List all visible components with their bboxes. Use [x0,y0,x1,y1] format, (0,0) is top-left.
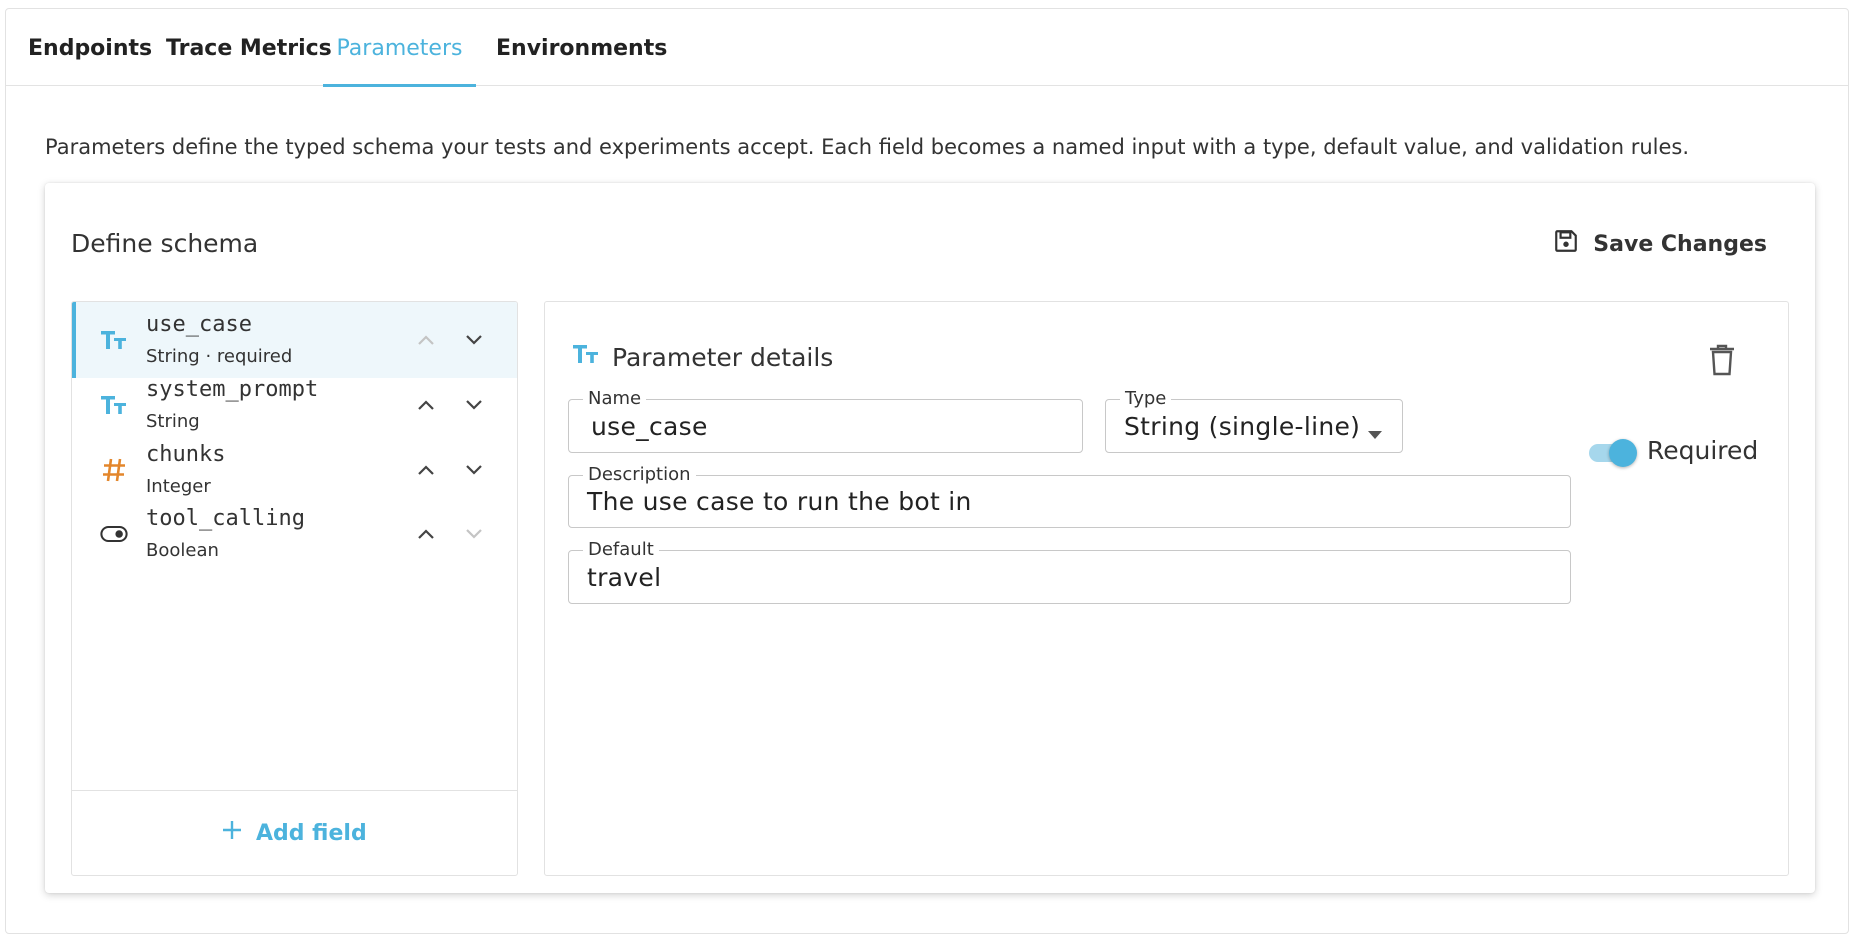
move-down-button[interactable] [458,518,490,550]
field-list: use_case String · required system_prompt… [71,301,518,876]
field-meta: String · required [146,346,293,367]
add-field-button[interactable]: Add field [222,811,367,855]
text-type-icon [100,391,128,419]
field-meta: String [146,411,200,432]
save-icon [1553,228,1579,260]
card-title: Define schema [71,229,259,258]
tab-trace-metrics[interactable]: Trace Metrics [166,9,332,86]
parameters-page: Endpoints Trace Metrics Parameters Envir… [5,8,1849,934]
plus-icon [222,820,242,846]
field-name: use_case [146,312,252,337]
add-field-area: Add field [72,790,517,875]
name-value: use_case [591,411,708,441]
tab-environments[interactable]: Environments [496,9,667,86]
chevron-up-icon [418,465,434,475]
field-meta: Boolean [146,540,219,561]
save-label: Save Changes [1593,231,1767,257]
required-toggle[interactable]: Required [1585,432,1759,472]
delete-field-button[interactable] [1704,340,1740,380]
hash-icon [100,456,128,484]
move-up-button[interactable] [410,324,442,356]
chevron-up-icon [418,529,434,539]
add-field-label: Add field [256,820,367,846]
details-title-text: Parameter details [612,342,834,372]
field-meta: Integer [146,476,211,497]
chevron-up-icon [418,400,434,410]
default-value: travel [587,562,662,592]
move-up-button[interactable] [410,518,442,550]
description-field[interactable]: Description The use case to run the bot … [568,464,1571,528]
default-field[interactable]: Default travel [568,539,1571,604]
tab-parameters[interactable]: Parameters [323,9,476,87]
field-name: tool_calling [146,506,305,531]
toggle-knob [1609,439,1637,467]
tab-bar: Endpoints Trace Metrics Parameters Envir… [6,9,1848,87]
dropdown-arrow-icon [1368,424,1382,443]
field-name: system_prompt [146,377,319,402]
move-up-button[interactable] [410,454,442,486]
parameter-details-panel: Parameter details Name use_case Type Str… [544,301,1789,876]
trash-icon [1710,344,1734,376]
field-item-tool-calling[interactable]: tool_calling Boolean [72,496,517,572]
description-value: The use case to run the bot in [587,487,972,516]
field-name: chunks [146,442,226,467]
chevron-down-icon [466,335,482,345]
details-title: Parameter details [572,342,833,372]
chevron-down-icon [466,465,482,475]
save-changes-button[interactable]: Save Changes [1553,223,1767,265]
move-down-button[interactable] [458,454,490,486]
move-down-button[interactable] [458,389,490,421]
intro-text: Parameters define the typed schema your … [45,135,1690,159]
move-up-button[interactable] [410,389,442,421]
tab-endpoints[interactable]: Endpoints [28,9,152,86]
name-field[interactable]: Name use_case [568,388,1083,453]
text-type-icon [572,342,600,372]
define-schema-card: Define schema Save Changes use_case Stri… [45,183,1815,893]
move-down-button[interactable] [458,324,490,356]
required-label: Required [1647,436,1759,465]
text-type-icon [100,326,128,354]
chevron-down-icon [466,400,482,410]
chevron-down-icon [466,529,482,539]
chevron-up-icon [418,335,434,345]
toggle-icon [100,520,128,548]
type-select[interactable]: Type String (single-line) [1105,388,1403,453]
type-value: String (single-line) [1124,411,1361,441]
